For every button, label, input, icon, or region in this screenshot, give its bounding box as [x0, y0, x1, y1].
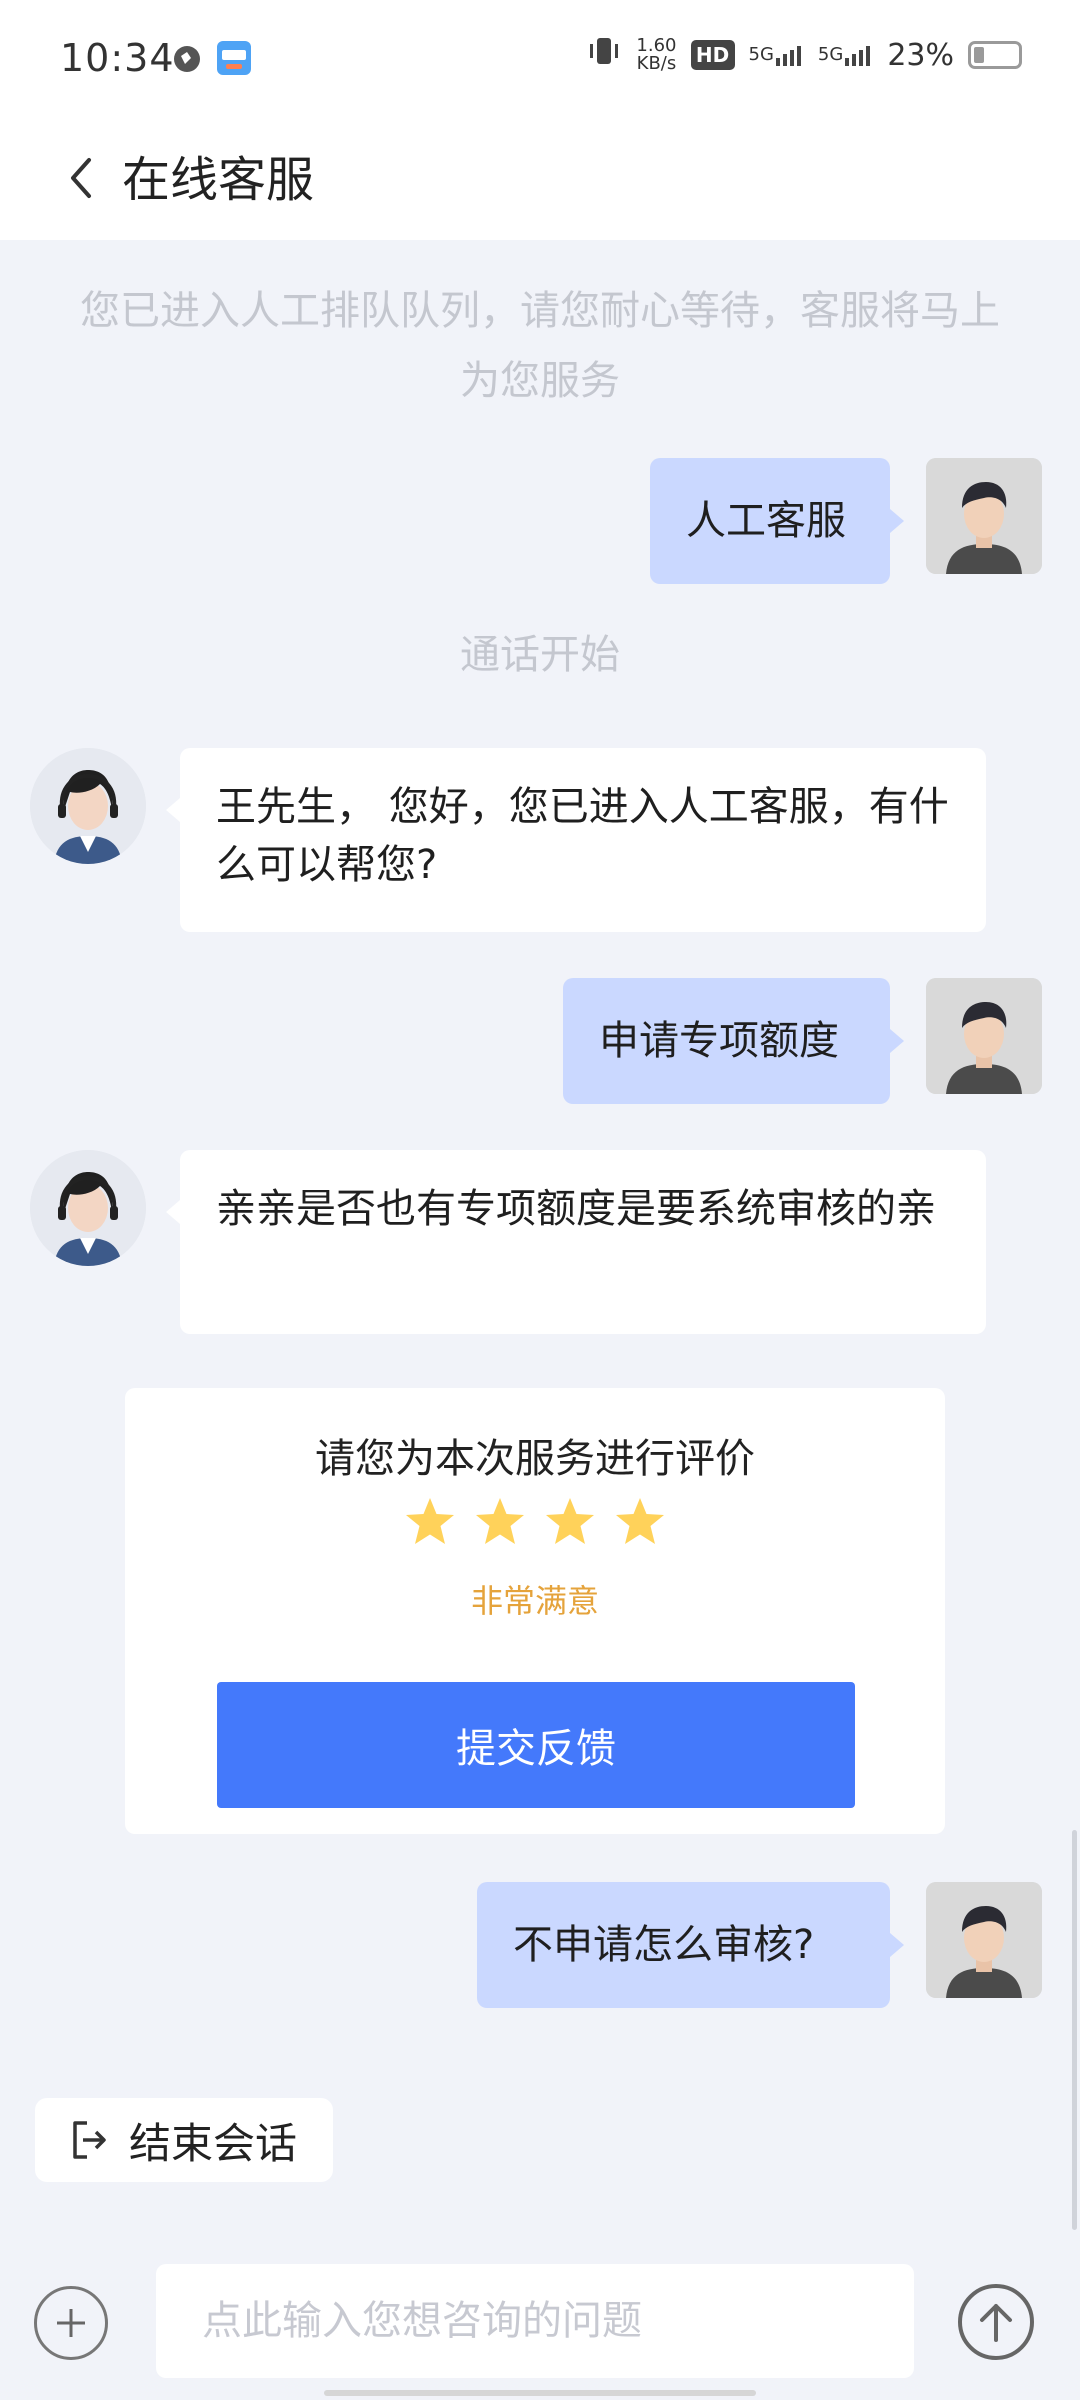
end-session-button[interactable]: 结束会话 [35, 2098, 333, 2182]
agent-message[interactable]: 王先生， 您好，您已进入人工客服，有什么可以帮您? [166, 748, 986, 932]
end-session-label: 结束会话 [129, 2118, 298, 2168]
plus-icon [57, 2309, 85, 2337]
submit-feedback-label: 提交反馈 [456, 1726, 616, 1772]
rating-result: 非常满意 [470, 1582, 599, 1620]
battery-percent: 23% [887, 37, 954, 73]
rating-title: 请您为本次服务进行评价 [315, 1436, 755, 1482]
star-icon[interactable] [544, 1496, 596, 1546]
message-text: 人工客服 [686, 498, 846, 544]
input-bar [0, 2238, 1080, 2400]
agent-avatar [30, 748, 146, 864]
status-time: 10:34 [60, 36, 175, 80]
app-notification-icon [216, 40, 252, 80]
chevron-left-icon [71, 158, 91, 198]
status-bar: 10:34 1.60 KB/s HD 5G 5G 23% [0, 0, 1080, 118]
user-avatar [926, 1882, 1042, 1998]
rating-card: 请您为本次服务进行评价 非常满意 提交反馈 [125, 1388, 945, 1834]
user-message[interactable]: 不申请怎么审核? [477, 1882, 904, 2008]
call-start-notice: 通话开始 [460, 632, 620, 678]
signal-5g-icon-2: 5G [818, 44, 873, 66]
submit-feedback-button[interactable]: 提交反馈 [217, 1682, 855, 1808]
star-rating[interactable] [125, 1496, 945, 1546]
star-icon[interactable] [614, 1496, 666, 1546]
star-icon[interactable] [474, 1496, 526, 1546]
user-message[interactable]: 申请专项额度 [563, 978, 904, 1104]
header-bar: 在线客服 [0, 118, 1080, 240]
agent-message[interactable]: 亲亲是否也有专项额度是要系统审核的亲 [166, 1150, 986, 1334]
back-button[interactable] [50, 146, 110, 210]
message-text: 不申请怎么审核? [513, 1922, 815, 1968]
home-indicator[interactable] [324, 2390, 756, 2396]
add-attachment-button[interactable] [34, 2286, 108, 2360]
page-title: 在线客服 [122, 152, 315, 208]
logout-icon [73, 2121, 106, 2159]
user-avatar [926, 978, 1042, 1094]
scrollbar[interactable] [1072, 1830, 1077, 2230]
message-text: 亲亲是否也有专项额度是要系统审核的亲 [216, 1186, 936, 1232]
send-button[interactable] [958, 2284, 1034, 2360]
location-icon [172, 44, 202, 78]
hd-icon: HD [690, 40, 735, 70]
user-message[interactable]: 人工客服 [650, 458, 904, 584]
network-speed: 1.60 KB/s [636, 35, 677, 74]
message-input[interactable] [156, 2264, 914, 2378]
vibrate-icon [586, 36, 622, 74]
chat-area[interactable]: 您已进入人工排队队列，请您耐心等待，客服将马上为您服务 人工客服 通话开始 王先… [0, 240, 1080, 2240]
message-text: 申请专项额度 [599, 1018, 839, 1064]
signal-5g-icon: 5G [749, 44, 804, 66]
queue-notice: 您已进入人工排队队列，请您耐心等待，客服将马上为您服务 [80, 288, 1000, 404]
arrow-up-icon [980, 2304, 1012, 2342]
agent-avatar [30, 1150, 146, 1266]
star-icon[interactable] [404, 1496, 456, 1546]
user-avatar [926, 458, 1042, 574]
message-text: 王先生， 您好，您已进入人工客服，有什么可以帮您? [216, 784, 949, 888]
battery-icon [968, 41, 1022, 69]
